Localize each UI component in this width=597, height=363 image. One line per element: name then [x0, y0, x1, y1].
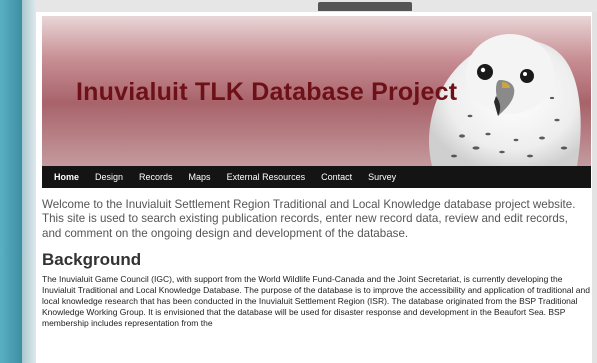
background-paragraph: The Inuvialuit Game Council (IGC), with …: [42, 274, 590, 328]
nav-records[interactable]: Records: [139, 172, 173, 182]
content-container: Inuvialuit TLK Database Project Home Des…: [36, 12, 592, 363]
window-frame-strip: [22, 0, 36, 363]
nav-external-resources[interactable]: External Resources: [227, 172, 306, 182]
nav-maps[interactable]: Maps: [189, 172, 211, 182]
background-heading: Background: [42, 250, 142, 269]
main-nav: Home Design Records Maps External Resour…: [42, 166, 591, 188]
browser-tab[interactable]: [318, 2, 412, 11]
intro-paragraph: Welcome to the Inuvialuit Settlement Reg…: [42, 198, 576, 240]
window-frame-left: [0, 0, 22, 363]
nav-home[interactable]: Home: [54, 172, 79, 182]
nav-design[interactable]: Design: [95, 172, 123, 182]
header-banner: Inuvialuit TLK Database Project: [42, 16, 591, 166]
page-background: Inuvialuit TLK Database Project Home Des…: [36, 12, 597, 363]
nav-survey[interactable]: Survey: [368, 172, 396, 182]
nav-contact[interactable]: Contact: [321, 172, 352, 182]
site-title: Inuvialuit TLK Database Project: [76, 78, 458, 106]
